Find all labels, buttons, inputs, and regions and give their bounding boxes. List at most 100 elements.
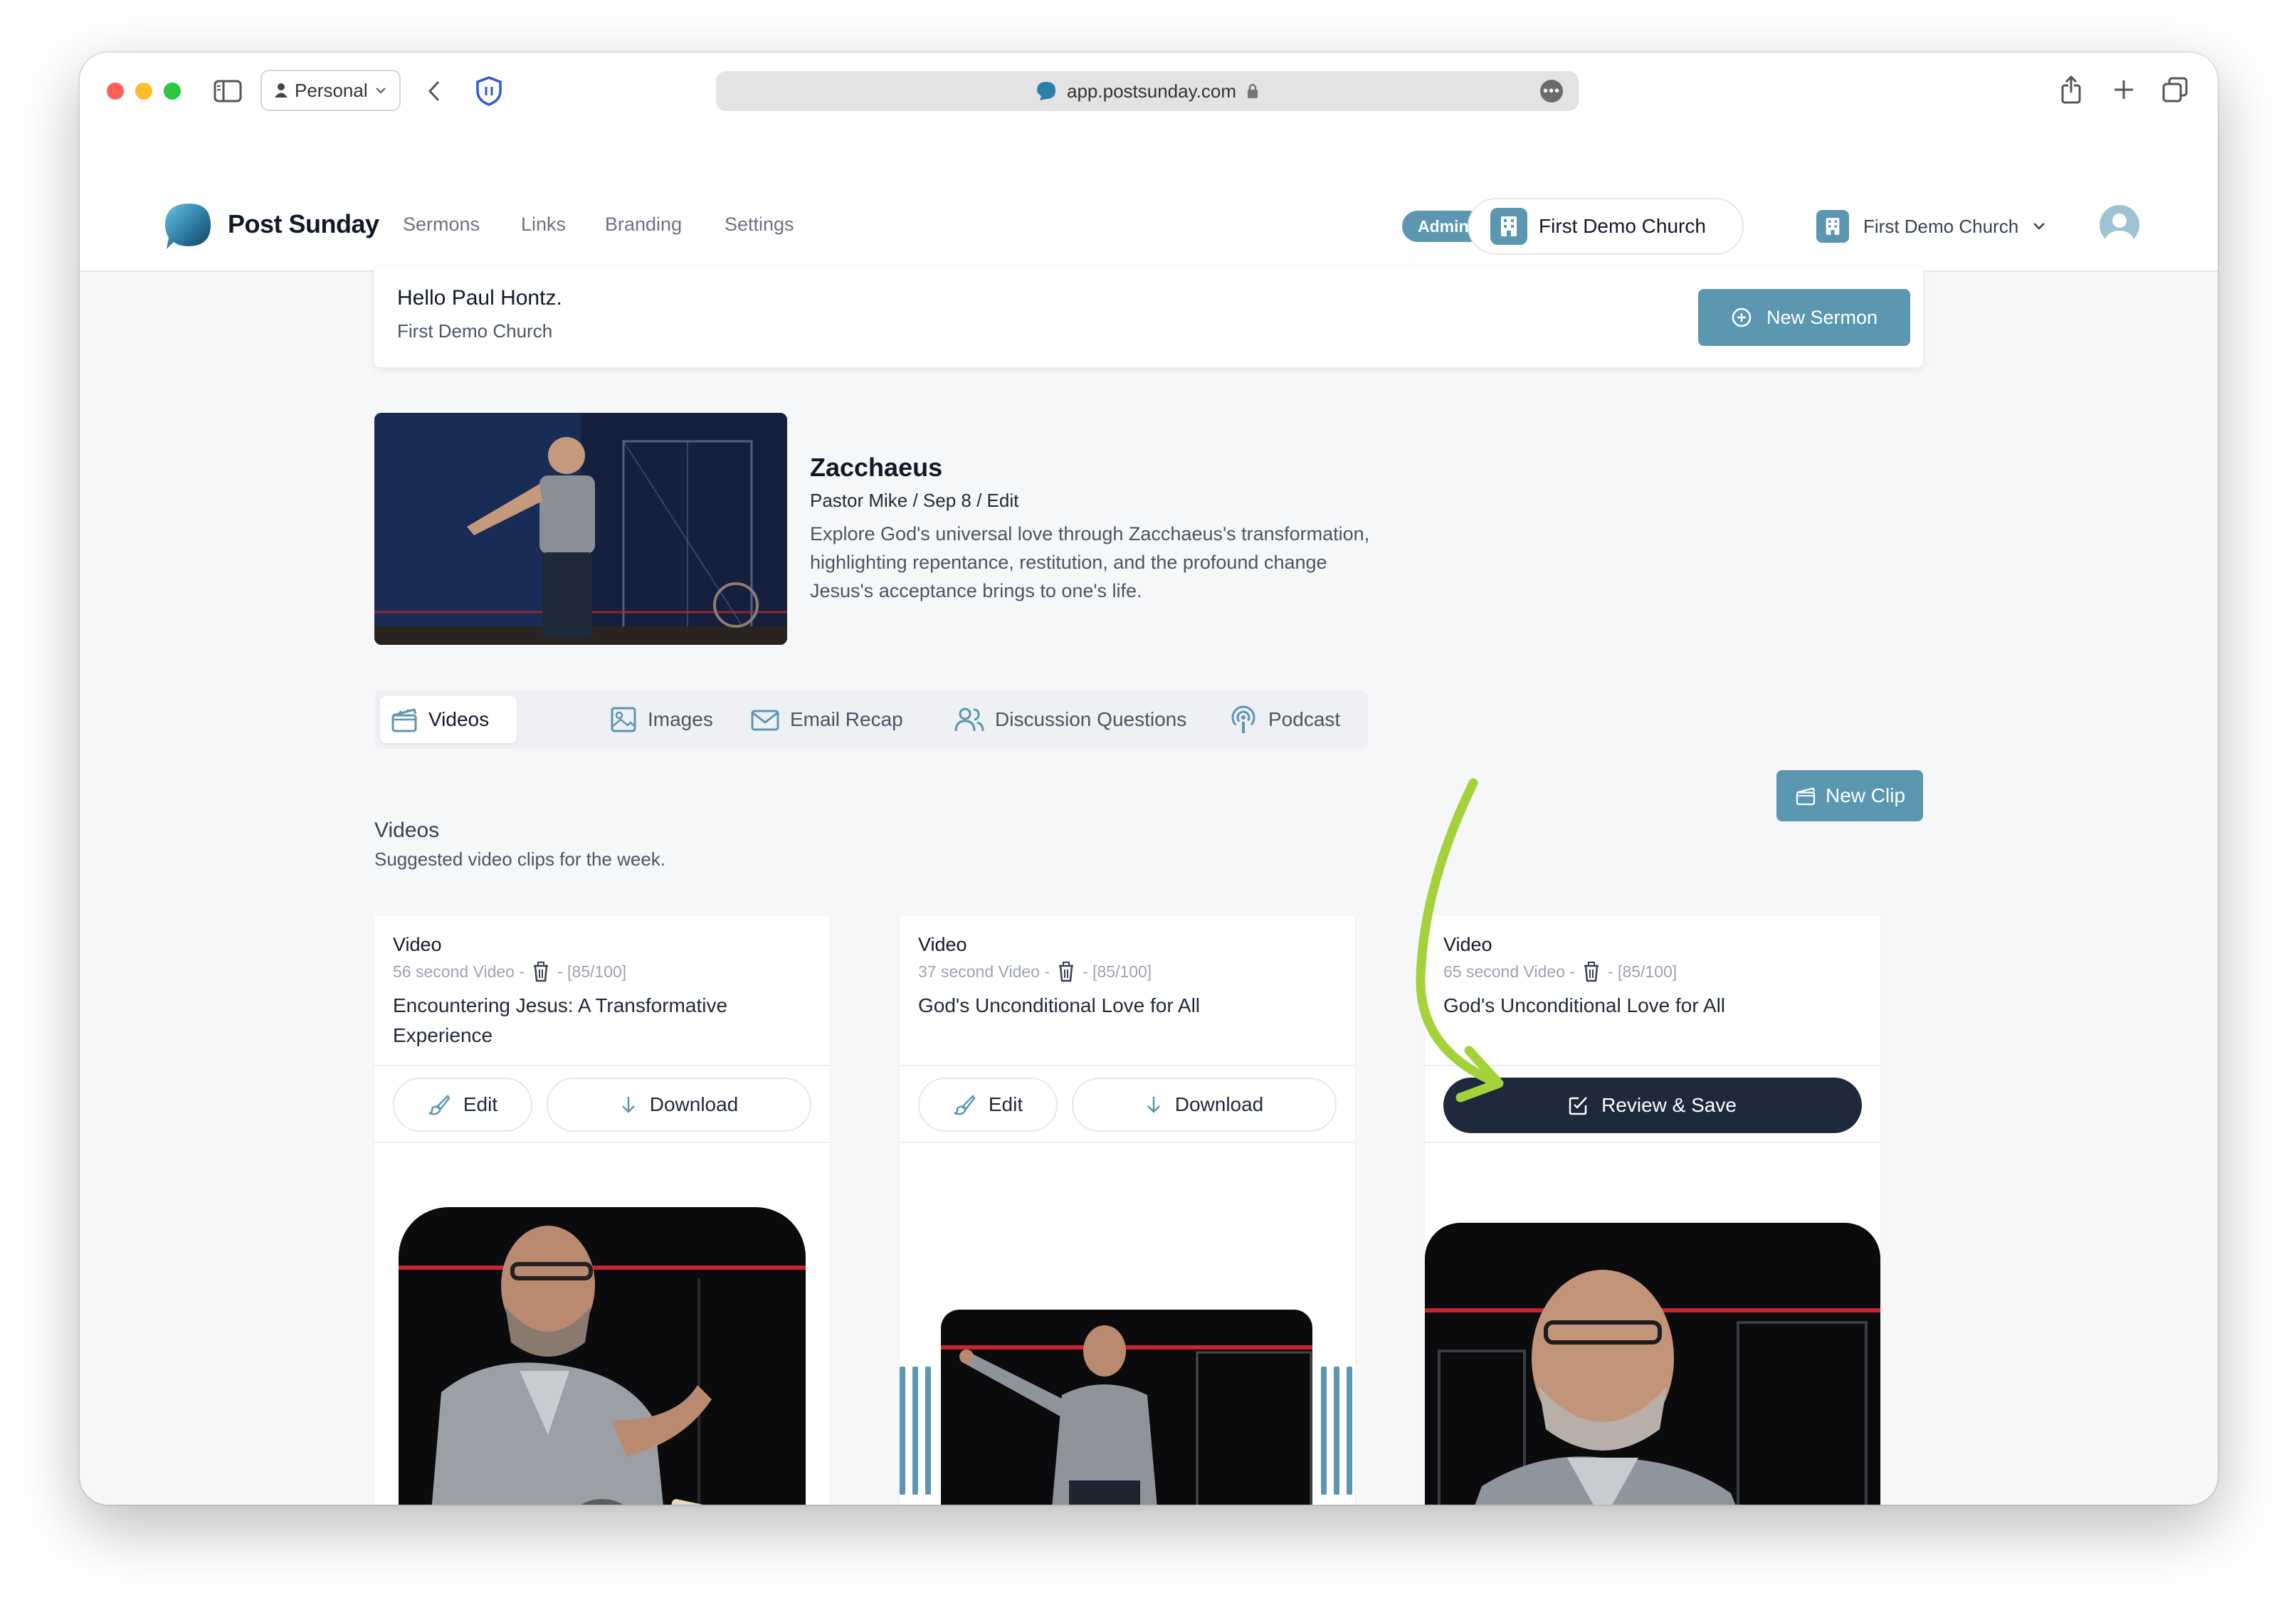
clip-type-label: Video bbox=[1443, 934, 1492, 955]
edit-clip-button[interactable]: Edit bbox=[393, 1078, 532, 1132]
tab-videos[interactable]: Videos bbox=[380, 696, 517, 743]
share-icon[interactable] bbox=[2057, 73, 2085, 107]
sermon-description: Explore God's universal love through Zac… bbox=[810, 523, 1370, 601]
tab-email-recap[interactable]: Email Recap bbox=[740, 696, 913, 743]
video-clip-card: Video 65 second Video - - [85/100] God's… bbox=[1425, 915, 1880, 1505]
back-icon[interactable] bbox=[420, 75, 448, 107]
clapperboard-icon bbox=[391, 708, 417, 732]
content-tabs: Videos Images Email Recap Discussion Que… bbox=[374, 690, 1368, 749]
clip-type-label: Video bbox=[393, 934, 442, 955]
clip-actions: Edit Download bbox=[900, 1066, 1355, 1143]
download-clip-button[interactable]: Download bbox=[1072, 1078, 1337, 1132]
preacher-figure bbox=[431, 1226, 749, 1505]
clip-header: Video 65 second Video - - [85/100] God's… bbox=[1425, 915, 1880, 1066]
clip-type-label: Video bbox=[918, 934, 967, 955]
close-window-button[interactable] bbox=[107, 83, 124, 100]
greeting-title: Hello Paul Hontz. bbox=[397, 286, 562, 310]
clip-video-preview[interactable] bbox=[941, 1310, 1312, 1505]
image-icon bbox=[611, 707, 636, 732]
new-sermon-label: New Sermon bbox=[1766, 306, 1878, 328]
clapperboard-icon bbox=[1796, 787, 1816, 806]
brush-icon bbox=[428, 1095, 451, 1115]
clip-title: Encountering Jesus: A Transformative Exp… bbox=[393, 994, 728, 1046]
profile-label: Personal bbox=[295, 79, 368, 101]
nav-settings[interactable]: Settings bbox=[725, 214, 794, 236]
sermon-title: Zacchaeus bbox=[810, 453, 943, 482]
address-bar[interactable]: app.postsunday.com ••• bbox=[716, 71, 1579, 111]
brush-icon bbox=[954, 1095, 976, 1115]
nav-branding[interactable]: Branding bbox=[605, 214, 682, 236]
clip-duration: 37 second Video - bbox=[918, 962, 1050, 981]
chevron-down-icon bbox=[375, 88, 386, 94]
church-selector-label: First Demo Church bbox=[1863, 215, 2019, 237]
edit-clip-button[interactable]: Edit bbox=[918, 1078, 1058, 1132]
checkbox-edit-icon bbox=[1569, 1097, 1587, 1115]
download-label: Download bbox=[649, 1093, 739, 1115]
edit-label: Edit bbox=[988, 1093, 1023, 1115]
video-clip-card: Video 56 second Video - - [85/100] Encou… bbox=[374, 915, 830, 1505]
new-sermon-button[interactable]: New Sermon bbox=[1698, 289, 1910, 346]
current-church-button[interactable]: First Demo Church bbox=[1468, 198, 1744, 255]
arrow-down-icon bbox=[1147, 1097, 1160, 1113]
sermon-meta[interactable]: Pastor Mike / Sep 8 / Edit bbox=[810, 490, 1018, 512]
videos-section-subtitle: Suggested video clips for the week. bbox=[374, 848, 666, 870]
url-text: app.postsunday.com bbox=[1067, 80, 1236, 102]
plus-circle-icon bbox=[1732, 307, 1752, 327]
new-tab-icon[interactable] bbox=[2110, 75, 2138, 104]
tab-overview-icon[interactable] bbox=[2159, 74, 2191, 105]
clip-score: - [85/100] bbox=[1083, 962, 1152, 981]
post-sunday-logo-icon[interactable] bbox=[164, 202, 212, 251]
new-clip-label: New Clip bbox=[1825, 784, 1906, 806]
tab-podcast[interactable]: Podcast bbox=[1218, 696, 1350, 743]
sermon-thumbnail[interactable] bbox=[374, 413, 787, 645]
tab-email-recap-label: Email Recap bbox=[790, 708, 903, 730]
clip-meta: 65 second Video - - [85/100] bbox=[1443, 961, 1677, 982]
tab-images[interactable]: Images bbox=[599, 696, 723, 743]
app-header: Post Sunday Sermons Links Branding Setti… bbox=[80, 131, 2218, 272]
video-clip-card: Video 37 second Video - - [85/100] God's… bbox=[900, 915, 1355, 1505]
users-icon bbox=[954, 707, 984, 732]
mail-icon bbox=[751, 710, 779, 731]
greeting-church: First Demo Church bbox=[397, 320, 553, 342]
tab-discussion-questions[interactable]: Discussion Questions bbox=[944, 696, 1196, 743]
clip-meta: 37 second Video - - [85/100] bbox=[918, 961, 1152, 982]
shield-icon[interactable] bbox=[473, 74, 505, 108]
tab-podcast-label: Podcast bbox=[1268, 708, 1341, 730]
trash-icon[interactable] bbox=[1057, 961, 1075, 982]
arrow-down-icon bbox=[621, 1097, 635, 1113]
user-avatar[interactable] bbox=[2100, 205, 2139, 245]
clip-score: - [85/100] bbox=[1608, 962, 1678, 981]
sidebar-toggle-icon[interactable] bbox=[212, 77, 243, 105]
greeting-card: Hello Paul Hontz. First Demo Church New … bbox=[374, 266, 1923, 367]
download-clip-button[interactable]: Download bbox=[547, 1078, 811, 1132]
podcast-icon bbox=[1231, 705, 1255, 733]
nav-links[interactable]: Links bbox=[521, 214, 566, 236]
clip-score: - [85/100] bbox=[557, 962, 627, 981]
clip-header: Video 37 second Video - - [85/100] God's… bbox=[900, 915, 1355, 1066]
tab-videos-label: Videos bbox=[428, 708, 490, 730]
clip-meta: 56 second Video - - [85/100] bbox=[393, 961, 626, 982]
clip-video-preview[interactable] bbox=[399, 1207, 806, 1505]
trash-icon[interactable] bbox=[1582, 961, 1601, 982]
minimize-window-button[interactable] bbox=[135, 83, 152, 100]
chevron-down-icon bbox=[2033, 223, 2045, 230]
clip-actions: Edit Download bbox=[374, 1066, 830, 1143]
nav-sermons[interactable]: Sermons bbox=[403, 214, 480, 236]
lock-icon bbox=[1248, 83, 1258, 98]
app-name[interactable]: Post Sunday bbox=[228, 209, 379, 239]
preacher-figure bbox=[1438, 1270, 1868, 1505]
trash-icon[interactable] bbox=[532, 961, 550, 982]
download-label: Download bbox=[1174, 1093, 1264, 1115]
more-options-icon[interactable]: ••• bbox=[1540, 80, 1563, 102]
clip-video-preview[interactable] bbox=[1425, 1223, 1880, 1505]
profile-switcher[interactable]: Personal bbox=[260, 70, 401, 111]
browser-toolbar: Personal app.postsunday.com ••• bbox=[80, 53, 2218, 131]
zoom-window-button[interactable] bbox=[164, 83, 181, 100]
building-icon bbox=[1490, 208, 1527, 245]
clip-duration: 65 second Video - bbox=[1443, 962, 1575, 981]
browser-window: Personal app.postsunday.com ••• Post Sun… bbox=[80, 53, 2218, 1505]
church-selector[interactable]: First Demo Church bbox=[1816, 205, 2045, 248]
review-and-save-button[interactable]: Review & Save bbox=[1443, 1078, 1862, 1133]
new-clip-button[interactable]: New Clip bbox=[1776, 770, 1923, 821]
tab-images-label: Images bbox=[648, 708, 713, 730]
